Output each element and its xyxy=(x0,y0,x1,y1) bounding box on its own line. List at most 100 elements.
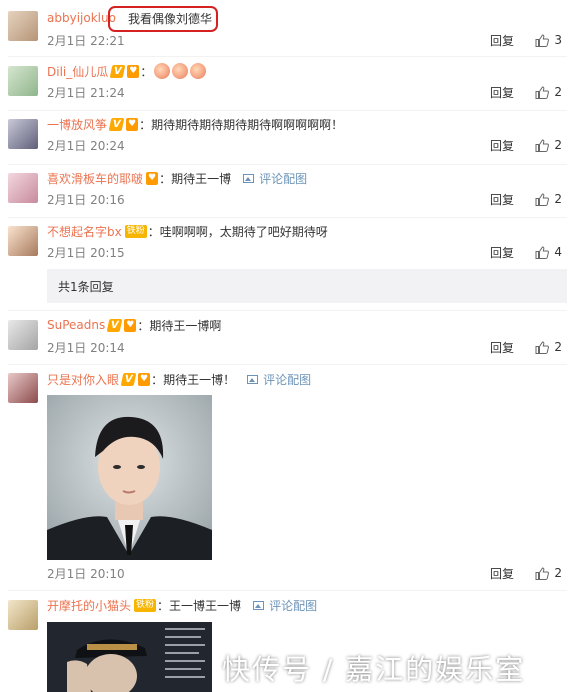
fan-badge: 铁粉 xyxy=(124,224,147,238)
avatar[interactable] xyxy=(8,600,38,630)
divider xyxy=(8,590,567,591)
username[interactable]: 开摩托的小猫头 xyxy=(47,597,131,614)
username[interactable]: SuPeadns xyxy=(47,318,105,332)
reply-button[interactable]: 回复 xyxy=(490,339,514,356)
like-button[interactable]: 2 xyxy=(535,340,562,354)
timestamp: 2月1日 20:16 xyxy=(47,192,125,207)
like-button[interactable]: 2 xyxy=(535,138,562,152)
vip-badge: V xyxy=(109,64,126,78)
vip-badge: V xyxy=(108,117,125,131)
timestamp: 2月1日 21:24 xyxy=(47,85,125,100)
timestamp: 2月1日 20:14 xyxy=(47,340,125,355)
reply-button[interactable]: 回复 xyxy=(490,191,514,208)
avatar[interactable] xyxy=(8,373,38,403)
like-button[interactable]: 3 xyxy=(535,33,562,47)
like-count: 3 xyxy=(554,33,562,47)
comment-item: 不想起名字bx 铁粉 ： 哇啊啊啊，太期待了吧好期待呀 2月1日 20:15 回… xyxy=(0,219,573,271)
vip-badge: V xyxy=(106,318,123,332)
reply-button[interactable]: 回复 xyxy=(490,84,514,101)
reply-button[interactable]: 回复 xyxy=(490,137,514,154)
comment-text: 期待期待期待期待期待啊啊啊啊啊！ xyxy=(151,117,344,132)
emoji-icon xyxy=(172,63,189,79)
thumbs-up-icon xyxy=(535,245,550,259)
like-button[interactable]: 2 xyxy=(535,85,562,99)
like-count: 2 xyxy=(554,566,562,580)
timestamp: 2月1日 20:10 xyxy=(47,566,125,581)
divider xyxy=(8,364,567,365)
reply-button[interactable]: 回复 xyxy=(490,244,514,261)
like-button[interactable]: 2 xyxy=(535,192,562,206)
watermark: 快传号 / 嘉江的娱乐室 xyxy=(222,653,526,686)
comment-item: abbyijokluo 我看偶像刘德华 2月1日 22:21 回复 3 xyxy=(0,0,573,58)
like-count: 2 xyxy=(554,340,562,354)
thumbs-up-icon xyxy=(535,566,550,580)
comment-picture-label: 评论配图 xyxy=(263,372,312,387)
username[interactable]: Dili_仙儿瓜 xyxy=(47,63,108,80)
fan-badge: 铁粉 xyxy=(134,598,157,612)
username[interactable]: 喜欢滑板车的耶啵 xyxy=(47,170,143,187)
comment-item: SuPeadns V ♥ ： 期待王一博啊 2月1日 20:14 回复 2 xyxy=(0,312,573,367)
timestamp: 2月1日 22:21 xyxy=(47,33,125,48)
emoji-icon xyxy=(154,63,171,79)
fan-badge-icon: ♥ xyxy=(146,171,159,185)
picture-icon xyxy=(247,374,259,384)
avatar[interactable] xyxy=(8,320,38,350)
comment-picture-link[interactable]: 评论配图 xyxy=(247,371,311,388)
divider xyxy=(8,110,567,111)
timestamp: 2月1日 20:15 xyxy=(47,245,125,260)
avatar[interactable] xyxy=(8,11,38,41)
comment-text: 哇啊啊啊，太期待了吧好期待呀 xyxy=(159,224,328,239)
reply-button[interactable]: 回复 xyxy=(490,32,514,49)
comment-picture-label: 评论配图 xyxy=(269,598,318,613)
avatar[interactable] xyxy=(8,173,38,203)
comment-text: 期待王一博啊 xyxy=(149,318,222,333)
timestamp: 2月1日 20:24 xyxy=(47,138,125,153)
username[interactable]: abbyijokluo xyxy=(47,11,116,25)
comment-picture-link[interactable]: 评论配图 xyxy=(243,170,307,187)
vip-badge: V xyxy=(120,372,137,386)
thumbs-up-icon xyxy=(535,340,550,354)
comment-text: 王一博王一博 xyxy=(169,598,242,613)
username[interactable]: 一博放风筝 xyxy=(47,116,107,133)
portrait-image xyxy=(47,395,212,560)
comment-item: 喜欢滑板车的耶啵 ♥ ： 期待王一博 评论配图 2月1日 20:16 回复 2 xyxy=(0,166,573,219)
fan-badge-icon: ♥ xyxy=(138,372,151,386)
poster-image xyxy=(47,622,212,692)
like-button[interactable]: 2 xyxy=(535,566,562,580)
avatar[interactable] xyxy=(8,226,38,256)
like-count: 2 xyxy=(554,85,562,99)
comment-text: 期待王一博 xyxy=(171,171,232,186)
divider xyxy=(8,217,567,218)
comment-photo[interactable] xyxy=(47,622,212,692)
reply-button[interactable]: 回复 xyxy=(490,565,514,582)
username[interactable]: 不想起名字bx xyxy=(47,223,122,240)
comment-picture-link[interactable]: 评论配图 xyxy=(253,597,317,614)
sub-reply-toggle[interactable]: 共1条回复 xyxy=(47,269,567,303)
divider xyxy=(8,164,567,165)
fan-badge-icon: ♥ xyxy=(127,64,140,78)
highlight-annotation xyxy=(108,6,218,32)
comment-photo[interactable] xyxy=(47,395,212,560)
like-count: 2 xyxy=(554,138,562,152)
picture-icon xyxy=(253,600,265,610)
username[interactable]: 只是对你入眼 xyxy=(47,371,119,388)
comment-picture-label: 评论配图 xyxy=(259,171,308,186)
thumbs-up-icon xyxy=(535,138,550,152)
like-count: 2 xyxy=(554,192,562,206)
divider xyxy=(8,310,567,311)
picture-icon xyxy=(243,173,255,183)
thumbs-up-icon xyxy=(535,85,550,99)
divider xyxy=(8,56,567,57)
like-button[interactable]: 4 xyxy=(535,245,562,259)
fan-badge-icon: ♥ xyxy=(124,318,137,332)
comment-text: 期待王一博！ xyxy=(163,372,236,387)
comment-item: 一博放风筝 V ♥ ： 期待期待期待期待期待啊啊啊啊啊！ 2月1日 20:24 … xyxy=(0,112,573,166)
fan-badge-icon: ♥ xyxy=(126,117,139,131)
emoji-icon xyxy=(190,63,207,79)
thumbs-up-icon xyxy=(535,192,550,206)
avatar[interactable] xyxy=(8,119,38,149)
thumbs-up-icon xyxy=(535,33,550,47)
like-count: 4 xyxy=(554,245,562,259)
avatar[interactable] xyxy=(8,66,38,96)
comment-item: Dili_仙儿瓜 V ♥ ： 2月1日 21:24 回复 2 xyxy=(0,58,573,112)
